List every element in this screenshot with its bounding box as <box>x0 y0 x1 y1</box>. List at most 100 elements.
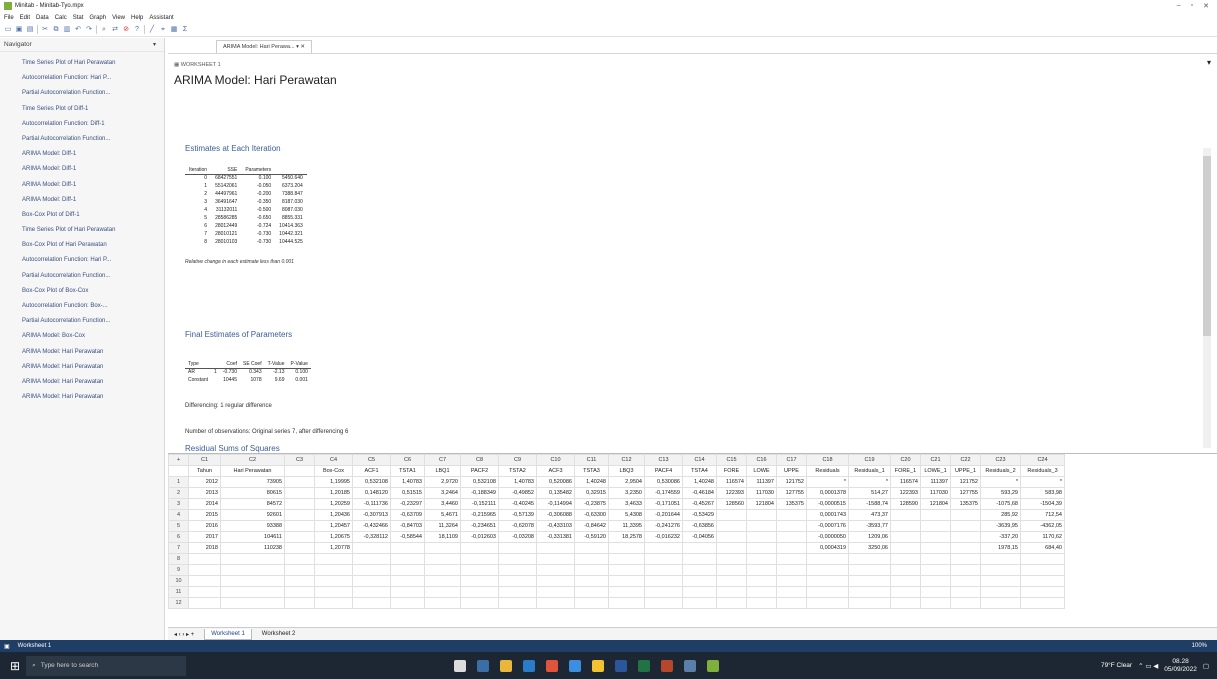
table-cell[interactable] <box>682 553 717 565</box>
table-cell[interactable]: 684,40 <box>1020 542 1065 554</box>
cut-icon[interactable]: ✂ <box>41 26 49 34</box>
table-cell[interactable] <box>716 564 747 576</box>
table-cell[interactable] <box>950 564 981 576</box>
column-name-cell[interactable] <box>284 465 315 477</box>
column-header[interactable]: C16 <box>746 454 777 466</box>
table-cell[interactable] <box>424 564 461 576</box>
table-cell[interactable] <box>574 597 609 609</box>
column-header[interactable]: C18 <box>806 454 849 466</box>
table-cell[interactable] <box>890 509 921 521</box>
table-cell[interactable] <box>644 597 683 609</box>
table-cell[interactable]: -0,04056 <box>682 531 717 543</box>
table-cell[interactable]: 1,20436 <box>314 509 353 521</box>
table-cell[interactable] <box>716 553 747 565</box>
table-cell[interactable]: -0,307913 <box>352 509 391 521</box>
column-name-cell[interactable]: FORE_1 <box>890 465 921 477</box>
table-cell[interactable] <box>284 476 315 488</box>
table-cell[interactable] <box>284 531 315 543</box>
table-cell[interactable]: 2,9720 <box>424 476 461 488</box>
table-cell[interactable]: 1,40248 <box>682 476 717 488</box>
zoom-level[interactable]: 100% <box>1192 643 1207 649</box>
table-cell[interactable] <box>608 586 645 598</box>
row-number[interactable]: 7 <box>168 542 189 554</box>
table-cell[interactable]: 2013 <box>188 487 221 499</box>
column-name-cell[interactable]: LOWE_1 <box>920 465 951 477</box>
table-cell[interactable] <box>536 564 575 576</box>
table-cell[interactable]: -1588,74 <box>848 498 891 510</box>
graph-icon[interactable]: ╱ <box>148 26 156 34</box>
table-cell[interactable] <box>776 553 807 565</box>
table-cell[interactable]: 116574 <box>890 476 921 488</box>
table-cell[interactable] <box>390 564 425 576</box>
undo-icon[interactable]: ↶ <box>74 26 82 34</box>
menu-item-graph[interactable]: Graph <box>89 15 106 21</box>
cancel-icon[interactable]: ⊘ <box>122 26 130 34</box>
table-cell[interactable] <box>1020 553 1065 565</box>
table-cell[interactable] <box>188 586 221 598</box>
column-header[interactable]: C13 <box>644 454 683 466</box>
table-cell[interactable] <box>746 586 777 598</box>
column-name-cell[interactable]: ACF1 <box>352 465 391 477</box>
table-cell[interactable]: 1,19995 <box>314 476 353 488</box>
browser-icon[interactable] <box>569 659 582 672</box>
table-cell[interactable] <box>890 586 921 598</box>
table-cell[interactable] <box>1020 575 1065 587</box>
table-cell[interactable]: 11,3264 <box>424 520 461 532</box>
column-name-cell[interactable]: Residuals_2 <box>980 465 1021 477</box>
menu-item-data[interactable]: Data <box>36 15 49 21</box>
table-cell[interactable] <box>352 575 391 587</box>
table-cell[interactable]: 135375 <box>950 498 981 510</box>
table-cell[interactable]: 135375 <box>776 498 807 510</box>
menu-item-stat[interactable]: Stat <box>73 15 84 21</box>
help-icon[interactable]: ? <box>133 26 141 34</box>
table-cell[interactable]: -0,241276 <box>644 520 683 532</box>
save-icon[interactable]: ▣ <box>15 26 23 34</box>
table-cell[interactable] <box>682 542 717 554</box>
table-cell[interactable] <box>284 575 315 587</box>
table-cell[interactable] <box>920 542 951 554</box>
table-cell[interactable] <box>1020 564 1065 576</box>
table-cell[interactable] <box>716 509 747 521</box>
table-cell[interactable] <box>746 520 777 532</box>
table-cell[interactable] <box>848 575 891 587</box>
word-icon[interactable] <box>615 659 628 672</box>
table-cell[interactable] <box>776 575 807 587</box>
table-cell[interactable]: 5,4671 <box>424 509 461 521</box>
table-cell[interactable] <box>220 586 285 598</box>
table-cell[interactable] <box>1020 597 1065 609</box>
table-cell[interactable]: 3,2464 <box>424 487 461 499</box>
table-cell[interactable] <box>460 564 499 576</box>
corner-cell[interactable]: + <box>168 454 189 466</box>
table-cell[interactable]: 0,0004319 <box>806 542 849 554</box>
table-cell[interactable]: 514,27 <box>848 487 891 499</box>
navigator-item[interactable]: Autocorrelation Function: Hari P... <box>22 253 164 268</box>
tray-icons[interactable]: ⌃ ▭ ◀ <box>1138 662 1158 670</box>
table-cell[interactable] <box>950 542 981 554</box>
table-cell[interactable] <box>920 575 951 587</box>
column-name-cell[interactable]: UPPE_1 <box>950 465 981 477</box>
table-cell[interactable]: -0,84703 <box>390 520 425 532</box>
table-cell[interactable] <box>776 564 807 576</box>
tab-arima-output[interactable]: ARIMA Model: Hari Perawa... ▾ ✕ <box>216 40 312 53</box>
chevron-down-icon[interactable]: ▾ <box>153 41 156 48</box>
file-explorer-icon[interactable] <box>500 659 513 672</box>
table-cell[interactable]: -0,306088 <box>536 509 575 521</box>
navigator-item[interactable]: ARIMA Model: Hari Perawatan <box>22 345 164 360</box>
table-cell[interactable]: -0,63709 <box>390 509 425 521</box>
table-cell[interactable] <box>920 509 951 521</box>
column-name-cell[interactable]: Tahun <box>188 465 221 477</box>
table-cell[interactable] <box>390 575 425 587</box>
table-cell[interactable] <box>1020 586 1065 598</box>
navigator-item[interactable]: Autocorrelation Function: Diff-1 <box>22 117 164 132</box>
windows-start-icon[interactable]: ⊞ <box>10 659 20 673</box>
table-cell[interactable] <box>390 597 425 609</box>
table-cell[interactable] <box>608 542 645 554</box>
column-header[interactable]: C15 <box>716 454 747 466</box>
column-name-cell[interactable]: ACF3 <box>536 465 575 477</box>
table-cell[interactable]: -4362,05 <box>1020 520 1065 532</box>
table-cell[interactable] <box>460 553 499 565</box>
table-cell[interactable]: -0,432466 <box>352 520 391 532</box>
menu-item-view[interactable]: View <box>112 15 125 21</box>
table-cell[interactable] <box>776 531 807 543</box>
navigator-item[interactable]: Partial Autocorrelation Function... <box>22 314 164 329</box>
